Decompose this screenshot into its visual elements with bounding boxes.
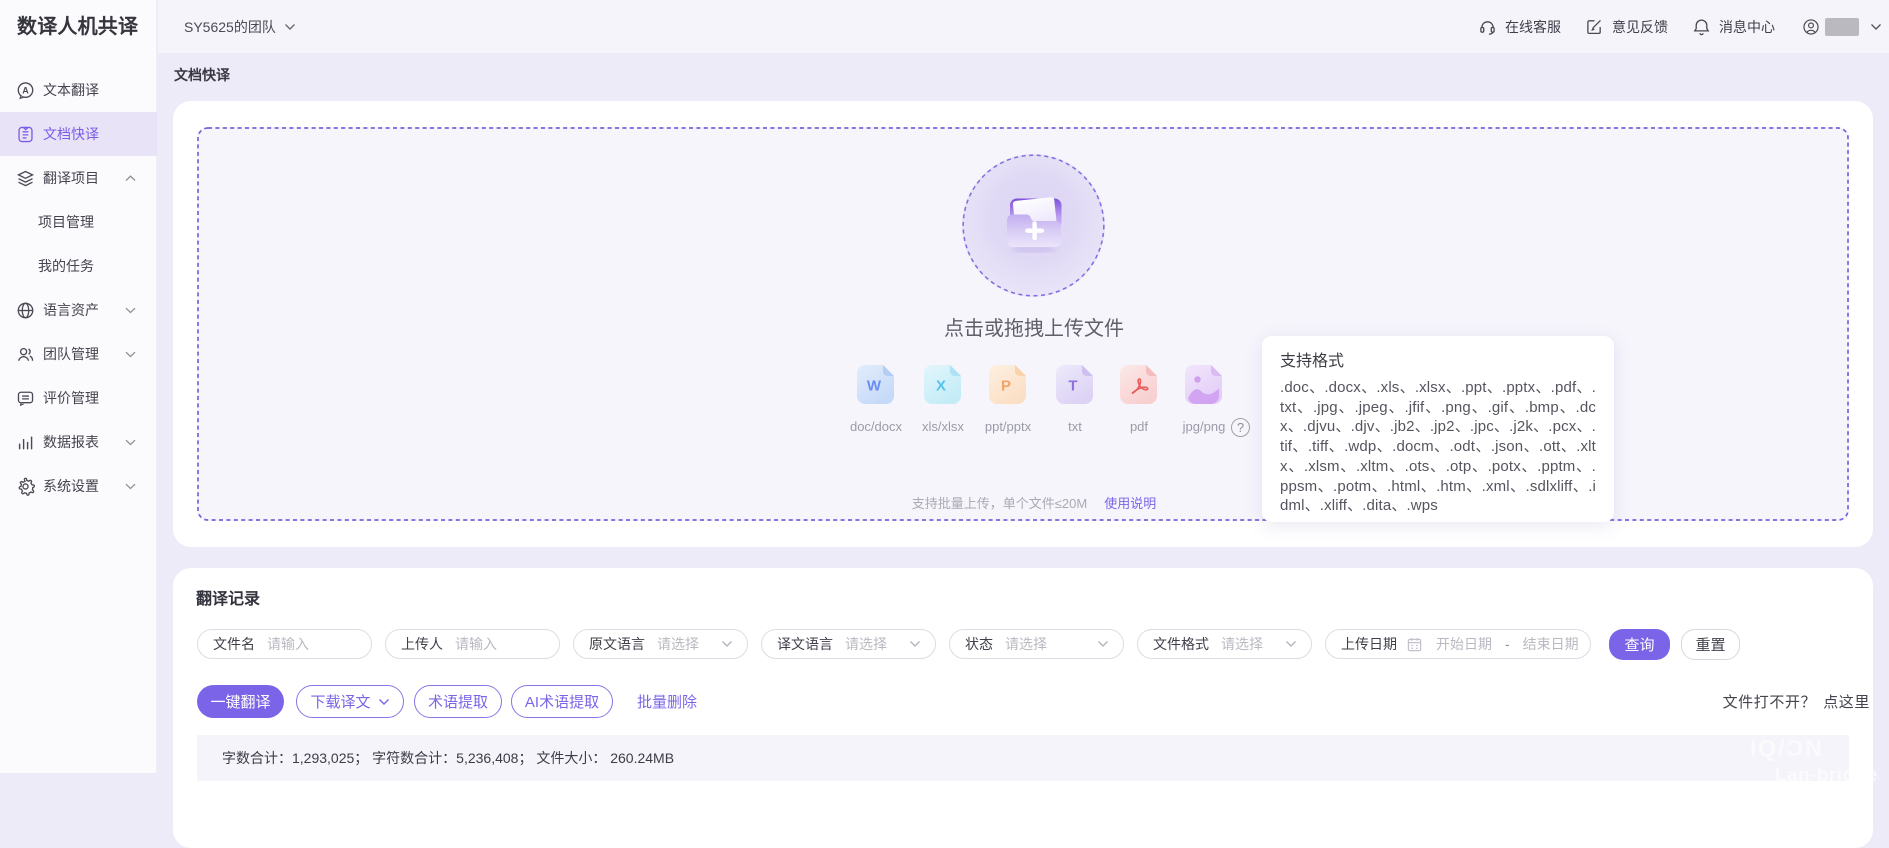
svg-text:P: P <box>1001 378 1011 395</box>
svg-text:X: X <box>936 378 946 395</box>
svg-text:W: W <box>867 378 882 395</box>
svg-text:A: A <box>22 85 29 95</box>
svg-text:T: T <box>1068 378 1077 395</box>
